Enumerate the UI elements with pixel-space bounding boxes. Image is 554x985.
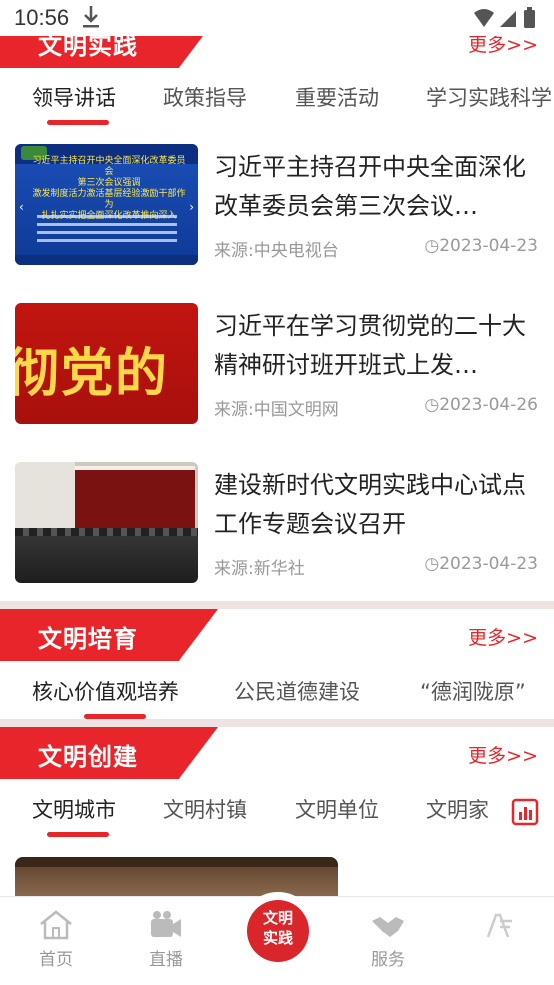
- profile-icon: [480, 909, 516, 945]
- active-tab-indicator: [47, 832, 109, 837]
- news-source: 来源:中国文明网: [214, 400, 339, 420]
- news-date-text: 2023-04-23: [439, 554, 538, 574]
- section-title: 文明创建: [38, 743, 138, 771]
- practice-tabs: 领导讲话 政策指导 重要活动 学习实践科学: [0, 70, 554, 130]
- tab-derun-longyuan[interactable]: “德润陇原”: [420, 676, 526, 706]
- home-icon: [38, 909, 74, 945]
- news-title: 习近平在学习贯彻党的二十大精神研讨班开班式上发…: [214, 312, 526, 379]
- signal-icons: [472, 7, 542, 33]
- tab-policy-guide[interactable]: 政策指导: [163, 82, 247, 112]
- tab-core-values[interactable]: 核心价值观培养: [32, 676, 179, 706]
- status-bar: 10:56: [0, 0, 554, 36]
- video-camera-icon: [148, 909, 184, 945]
- status-time: 10:56: [14, 5, 70, 30]
- tab-study-practice[interactable]: 学习实践科学: [426, 82, 552, 112]
- news-date: ◷2023-04-26: [424, 395, 538, 415]
- thumb-caption-line: 习近平主持召开中央全面深化改革委员会: [32, 156, 186, 177]
- nav-label: 服务: [371, 950, 405, 970]
- creation-tabs: 文明城市 文明村镇 文明单位 文明家: [0, 782, 554, 842]
- news-item[interactable]: 习近平主持召开中央全面深化改革委员会 第三次会议强调 激发制度活力激活基层经验激…: [0, 144, 554, 304]
- tab-civilized-village[interactable]: 文明村镇: [163, 794, 247, 824]
- chevron-right-icon: ›: [189, 200, 194, 214]
- creation-section-header: 文明创建 更多>>: [0, 727, 554, 779]
- news-title: 建设新时代文明实践中心试点工作专题会议召开: [214, 471, 526, 538]
- section-divider: [0, 719, 554, 727]
- thumb-caption: 彻党的: [15, 343, 170, 404]
- section-title: 文明培育: [38, 625, 138, 653]
- chart-icon[interactable]: [511, 798, 539, 830]
- news-date: ◷2023-04-23: [424, 554, 538, 574]
- handshake-icon: [370, 909, 406, 945]
- download-icon: [80, 4, 102, 34]
- news-date-text: 2023-04-23: [439, 236, 538, 256]
- center-logo-text: 文明: [262, 909, 293, 927]
- news-date-text: 2023-04-26: [439, 395, 538, 415]
- tab-important-events[interactable]: 重要活动: [295, 82, 379, 112]
- center-logo-text: 实践: [262, 929, 293, 947]
- chevron-left-icon: ‹: [19, 200, 24, 214]
- clock-icon: ◷: [424, 395, 440, 415]
- more-link[interactable]: 更多>>: [468, 741, 538, 768]
- news-item[interactable]: 彻党的 习近平在学习贯彻党的二十大精神研讨班开班式上发… 来源:中国文明网 ◷2…: [0, 303, 554, 463]
- tab-leader-speech[interactable]: 领导讲话: [32, 82, 116, 112]
- news-thumbnail: 习近平主持召开中央全面深化改革委员会 第三次会议强调 激发制度活力激活基层经验激…: [15, 144, 198, 265]
- news-title: 习近平主持召开中央全面深化改革委员会第三次会议…: [214, 153, 526, 220]
- content-card-image[interactable]: [15, 857, 338, 897]
- news-source: 来源:新华社: [214, 559, 305, 579]
- news-item[interactable]: 建设新时代文明实践中心试点工作专题会议召开 来源:新华社 ◷2023-04-23: [0, 462, 554, 622]
- tab-civilized-unit[interactable]: 文明单位: [295, 794, 379, 824]
- cultivation-section-header: 文明培育 更多>>: [0, 609, 554, 661]
- tab-civilized-family[interactable]: 文明家: [426, 794, 489, 824]
- news-date: ◷2023-04-23: [424, 236, 538, 256]
- news-source: 来源:中央电视台: [214, 241, 339, 261]
- nav-label: 直播: [149, 950, 183, 970]
- center-logo-button[interactable]: 文明 实践: [247, 900, 309, 962]
- clock-icon: ◷: [424, 236, 440, 256]
- thumb-caption-line: 激发制度活力激活基层经验激励干部作为: [32, 189, 186, 210]
- tab-civilized-city[interactable]: 文明城市: [32, 794, 116, 824]
- active-tab-indicator: [47, 120, 109, 125]
- news-thumbnail: [15, 462, 198, 583]
- tab-civic-morality[interactable]: 公民道德建设: [234, 676, 360, 706]
- clock-icon: ◷: [424, 554, 440, 574]
- cultivation-tabs: 核心价值观培养 公民道德建设 “德润陇原”: [0, 664, 554, 724]
- more-link[interactable]: 更多>>: [468, 623, 538, 650]
- nav-label: 首页: [39, 950, 73, 970]
- news-thumbnail: 彻党的: [15, 303, 198, 424]
- thumb-caption-line: 第三次会议强调: [77, 178, 141, 188]
- section-divider: [0, 601, 554, 609]
